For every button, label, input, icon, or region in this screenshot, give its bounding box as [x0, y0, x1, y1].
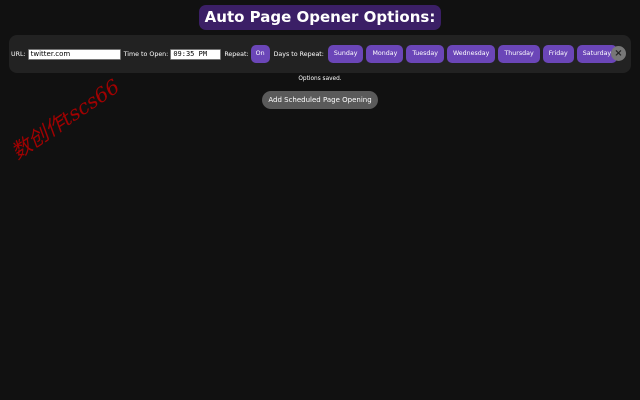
- day-button-friday[interactable]: Friday: [542, 45, 574, 63]
- day-button-thursday[interactable]: Thursday: [498, 45, 540, 63]
- page-title: Auto Page Opener Options:: [198, 5, 442, 30]
- schedule-row-fields: URL: twitter.com Time to Open: 09:35 PM …: [11, 45, 620, 63]
- watermark-stamp: 数创作tscs66: [6, 74, 124, 164]
- time-label: Time to Open:: [123, 50, 169, 58]
- options-page: Auto Page Opener Options: URL: twitter.c…: [0, 0, 640, 400]
- schedule-row: URL: twitter.com Time to Open: 09:35 PM …: [9, 35, 631, 73]
- title-container: Auto Page Opener Options:: [0, 5, 640, 30]
- remove-schedule-button[interactable]: ×: [611, 46, 626, 61]
- status-message: Options saved.: [298, 76, 342, 82]
- day-button-wednesday[interactable]: Wednesday: [446, 45, 496, 63]
- url-input[interactable]: twitter.com: [27, 48, 121, 60]
- url-label: URL:: [11, 50, 26, 58]
- days-label: Days to Repeat:: [273, 50, 324, 58]
- day-button-tuesday[interactable]: Tuesday: [406, 45, 444, 63]
- day-button-monday[interactable]: Monday: [366, 45, 404, 63]
- time-input[interactable]: 09:35 PM: [170, 48, 222, 60]
- day-button-sunday[interactable]: Sunday: [327, 45, 364, 63]
- repeat-toggle-button[interactable]: On: [250, 45, 270, 63]
- repeat-label: Repeat:: [224, 50, 249, 58]
- close-icon: ×: [614, 48, 623, 59]
- add-scheduled-opening-button[interactable]: Add Scheduled Page Opening: [262, 91, 378, 109]
